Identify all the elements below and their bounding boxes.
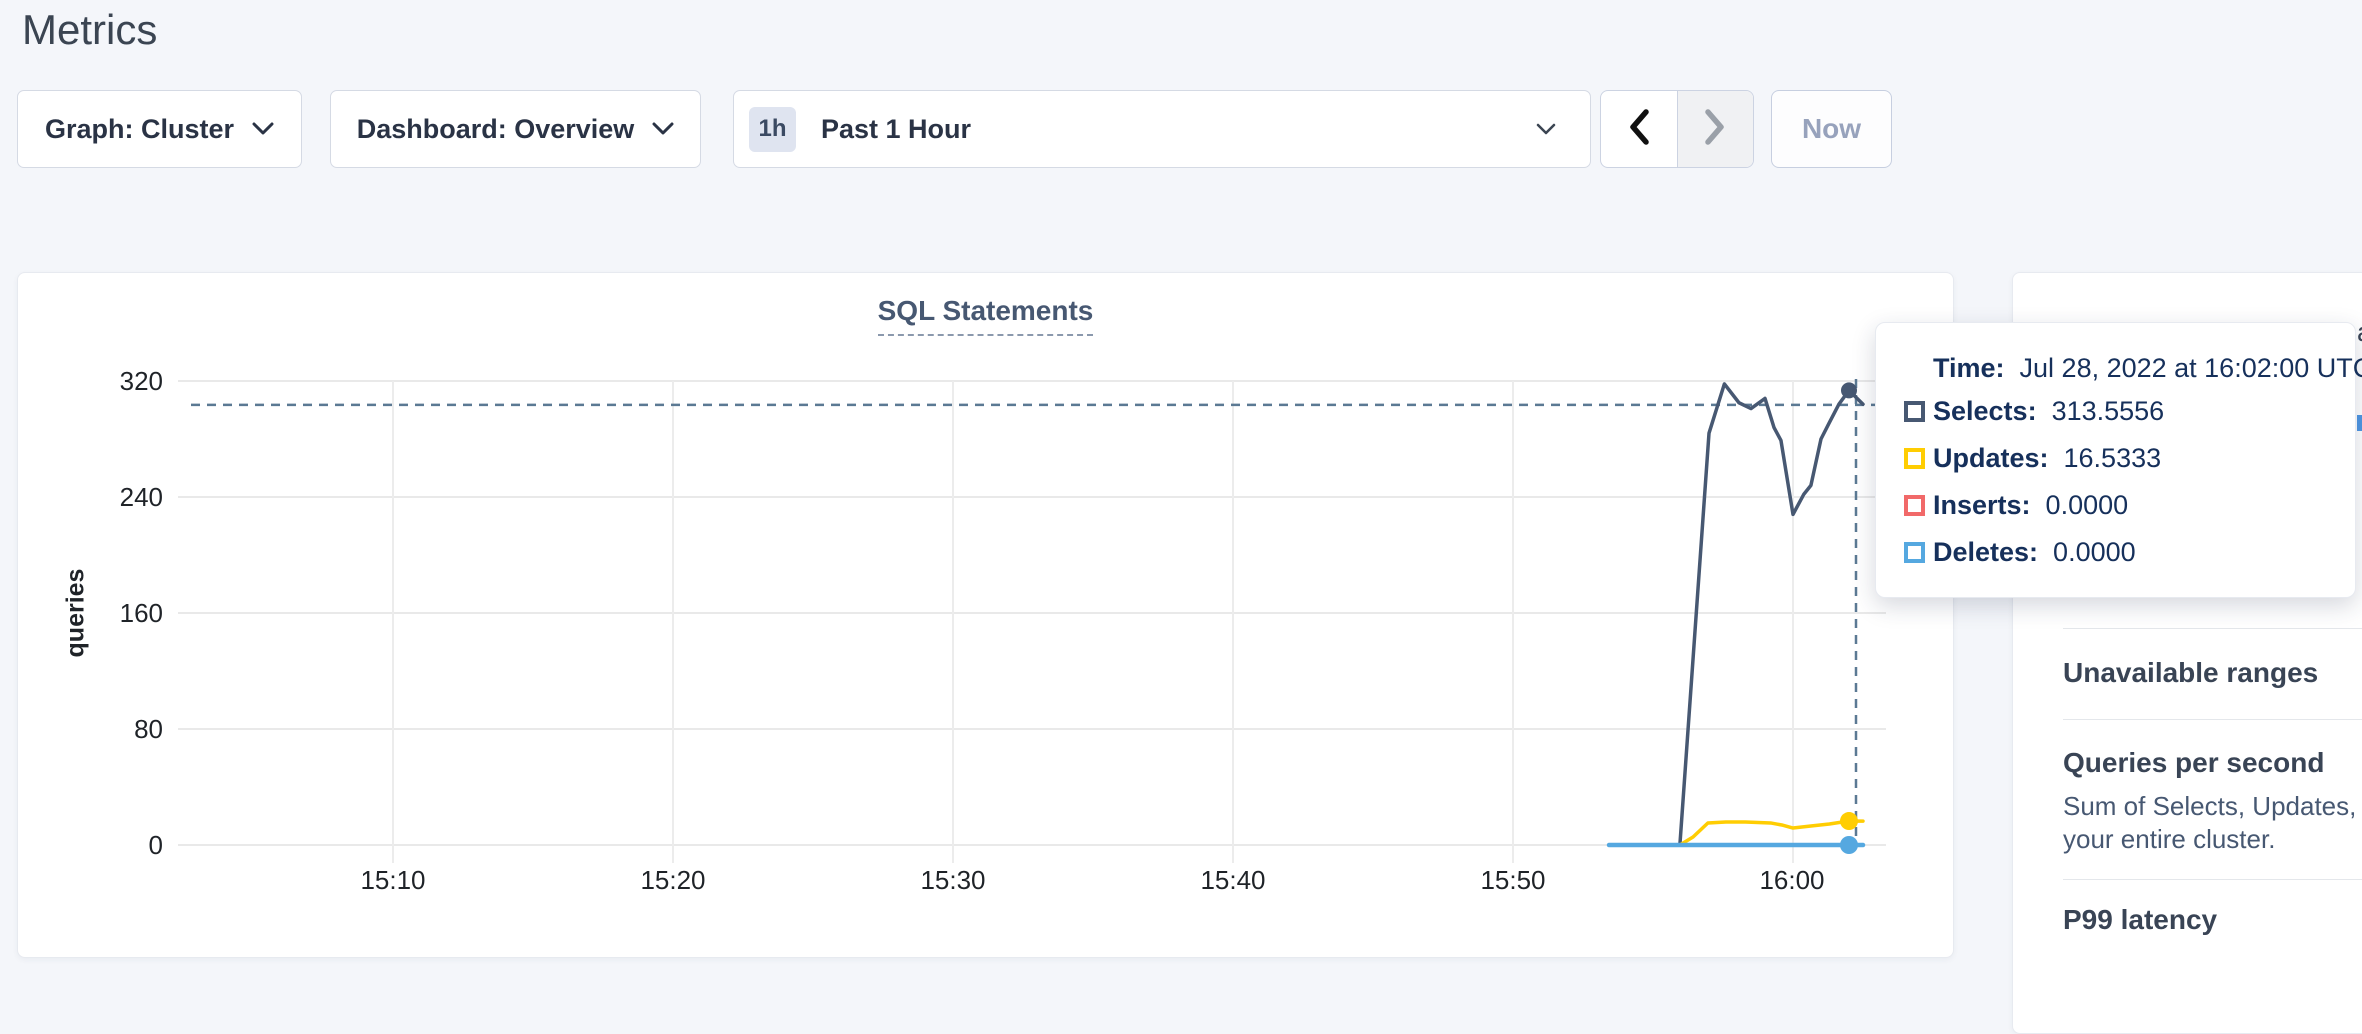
updates-series-swatch-icon — [1904, 448, 1925, 469]
section-description-line: Sum of Selects, Updates, Inser — [2063, 791, 2362, 822]
time-range-picker[interactable]: 1h Past 1 Hour — [733, 90, 1591, 168]
chevron-down-icon — [1536, 123, 1556, 136]
tooltip-series-row: Deletes: 0.0000 — [1876, 529, 2355, 576]
clipped-text-fragment: a — [2357, 317, 2362, 348]
tooltip-series-label: Updates: — [1933, 443, 2049, 474]
chevron-left-icon — [1627, 108, 1651, 151]
tooltip-series-label: Deletes: — [1933, 537, 2038, 568]
tooltip-series-row: Inserts: 0.0000 — [1876, 482, 2355, 529]
dashboard-label: Dashboard: Overview — [357, 114, 635, 145]
time-nav — [1600, 90, 1754, 168]
chart-hover-tooltip: Time: Jul 28, 2022 at 16:02:00 UTC Selec… — [1875, 322, 2356, 598]
tooltip-series-row: Selects: 313.5556 — [1876, 388, 2355, 435]
divider — [2063, 628, 2362, 629]
deletes-series-swatch-icon — [1904, 542, 1925, 563]
now-button[interactable]: Now — [1771, 90, 1892, 168]
clipped-link-fragment — [2357, 415, 2362, 431]
tooltip-series-row: Updates: 16.5333 — [1876, 435, 2355, 482]
chevron-right-icon — [1703, 108, 1727, 151]
section-description-line: your entire cluster. — [2063, 824, 2275, 855]
tooltip-series-label: Selects: — [1933, 396, 2037, 427]
tooltip-series-value: 313.5556 — [2052, 396, 2165, 427]
chevron-down-icon — [252, 122, 274, 136]
time-range-label: Past 1 Hour — [821, 114, 971, 145]
graph-scope-dropdown[interactable]: Graph: Cluster — [17, 90, 302, 168]
tooltip-series-label: Inserts: — [1933, 490, 2031, 521]
tooltip-time-label: Time: — [1933, 353, 2005, 384]
graph-scope-label: Graph: Cluster — [45, 114, 234, 145]
time-range-badge: 1h — [749, 107, 796, 152]
section-title-queries-per-second: Queries per second — [2063, 747, 2324, 779]
divider — [2063, 879, 2362, 880]
chevron-down-icon — [652, 122, 674, 136]
previous-timespan-button[interactable] — [1601, 91, 1677, 167]
dashboard-dropdown[interactable]: Dashboard: Overview — [330, 90, 701, 168]
section-title-p99-latency: P99 latency — [2063, 904, 2217, 936]
line-chart-plot[interactable] — [18, 273, 1953, 957]
tooltip-series-value: 0.0000 — [2046, 490, 2129, 521]
metrics-page: { "page": { "title": "Metrics", "backgro… — [0, 0, 2362, 966]
page-title: Metrics — [22, 0, 157, 60]
tooltip-series-value: 16.5333 — [2064, 443, 2162, 474]
inserts-series-swatch-icon — [1904, 495, 1925, 516]
sql-statements-chart-card: SQL Statements queries 320 240 160 80 0 … — [17, 272, 1954, 958]
next-timespan-button[interactable] — [1677, 91, 1754, 167]
selects-series-swatch-icon — [1904, 401, 1925, 422]
divider — [2063, 719, 2362, 720]
tooltip-time-row: Time: Jul 28, 2022 at 16:02:00 UTC — [1876, 348, 2355, 388]
tooltip-series-value: 0.0000 — [2053, 537, 2136, 568]
section-title-unavailable-ranges: Unavailable ranges — [2063, 657, 2318, 689]
tooltip-time-value: Jul 28, 2022 at 16:02:00 UTC — [2020, 353, 2362, 384]
